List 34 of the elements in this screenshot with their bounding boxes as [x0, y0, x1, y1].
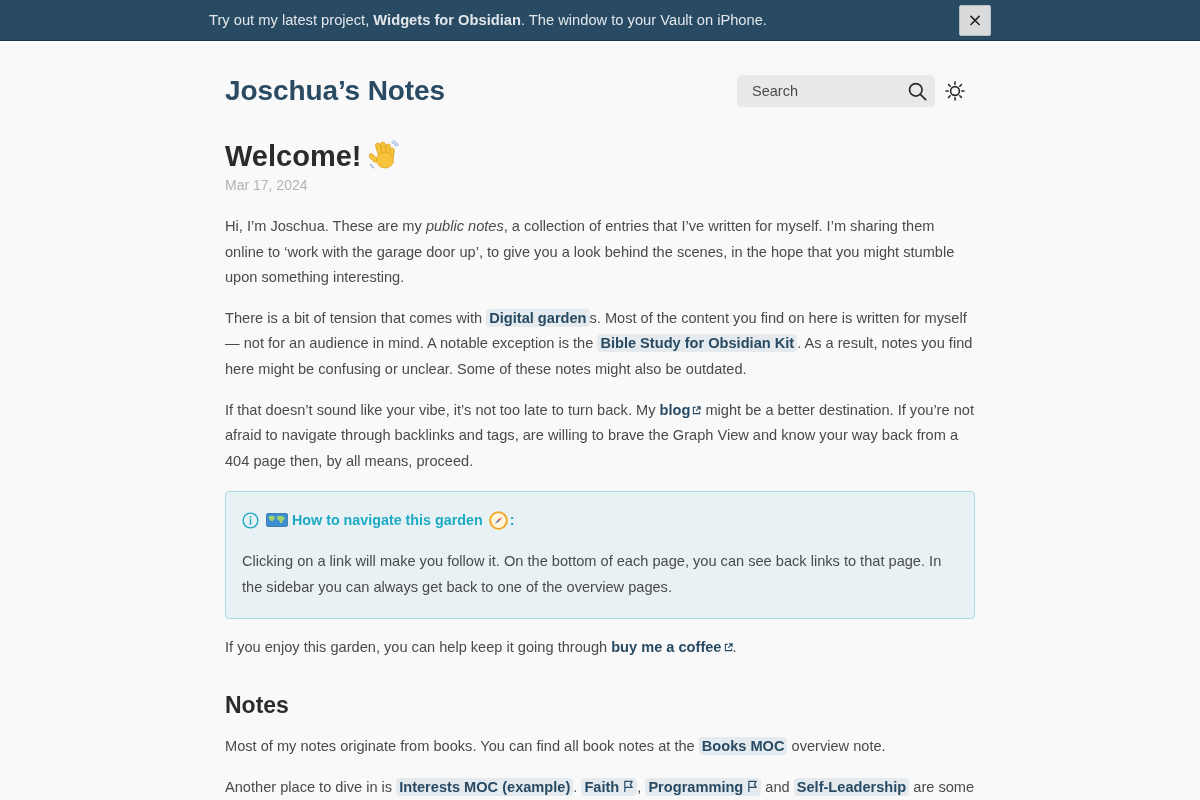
- banner-link[interactable]: Widgets for Obsidian: [373, 12, 521, 28]
- callout-text: Clicking on a link will make you follow it. On the bottom of each page, you can see back links to that page. In the sidebar you can always get back to one of the overview pages.: [242, 552, 943, 597]
- search-icon: [908, 81, 927, 101]
- internal-link[interactable]: Programming: [645, 777, 762, 796]
- internal-link[interactable]: Bible Study for Obsidian Kit: [597, 334, 798, 353]
- paragraph: Another place to dive in is Interests MOC (example) . Faith , Programming and Self-Leadership are some: [225, 776, 975, 798]
- paragraph: Most of my notes originate from books. You can find all book notes at the Books MOC overview note.: [225, 736, 887, 758]
- callout-title: How to navigate this garden: [292, 512, 483, 529]
- search-field[interactable]: Search: [737, 75, 935, 107]
- site-title[interactable]: Joschua’s Notes: [225, 75, 445, 107]
- external-link-icon: [692, 405, 702, 415]
- internal-link[interactable]: Interests MOC (example): [396, 777, 574, 796]
- section-heading: Notes: [225, 691, 290, 721]
- paragraph: Hi, I’m Joschua. These are my public notes, a collection of entries that I’ve written for myself. I’m sharing them online to ‘work with the garage door up’, to give you a look behind the scenes, in the hope that you might stumble upon something interesting.: [225, 217, 956, 288]
- waving-hand-icon: [369, 140, 400, 170]
- internal-link[interactable]: Books MOC: [698, 737, 788, 756]
- paragraph: There is a bit of tension that comes with Digital garden s. Most of the content you find on here is written for myself — not for an audience in mind. A notable exception is the Bible Study for Obsidian Kit . As a result, notes you find here might be confusing or unclear. Some of these notes might also be outdated.: [225, 307, 974, 379]
- info-icon: [242, 511, 259, 529]
- internal-link[interactable]: Self-Leadership: [793, 777, 910, 796]
- external-link-icon: [723, 642, 733, 652]
- paragraph: If that doesn’t sound like your vibe, it’s not too late to turn back. My blog might be a better destination. If you’re not afraid to navigate through backlinks and tags, are willing to brave the Graph View and know your way back from a 404 page then, by all means, proceed.: [225, 400, 975, 471]
- external-link[interactable]: blog: [659, 401, 702, 418]
- internal-link[interactable]: Faith: [581, 777, 638, 796]
- sun-icon[interactable]: [945, 81, 965, 101]
- compass-icon: [488, 510, 508, 530]
- internal-link[interactable]: Digital garden: [486, 308, 590, 327]
- external-link[interactable]: buy me a coffee: [611, 638, 733, 655]
- map-icon: [266, 512, 288, 529]
- colon-text: :: [509, 512, 515, 529]
- page-title: Welcome!: [225, 139, 362, 174]
- banner-text: Try out my latest project, Widgets for Obsidian. The window to your Vault on iPhone.: [209, 12, 767, 28]
- paragraph: If you enjoy this garden, you can help keep it going through buy me a coffee .: [225, 637, 738, 657]
- date-text: Mar 17, 2024: [225, 176, 309, 195]
- close-button[interactable]: ×: [959, 4, 991, 36]
